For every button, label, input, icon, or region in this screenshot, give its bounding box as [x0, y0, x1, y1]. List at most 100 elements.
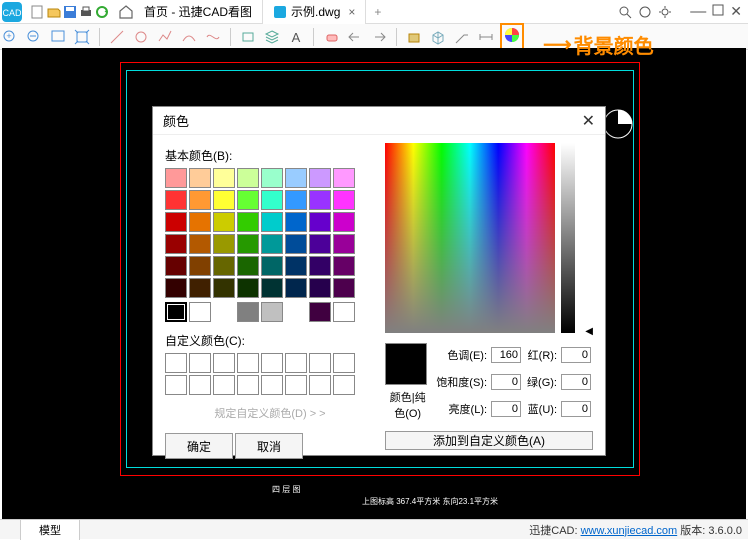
color-swatch[interactable]	[333, 278, 355, 298]
color-swatch[interactable]	[213, 234, 235, 254]
arc-tool-icon[interactable]	[179, 27, 199, 47]
custom-color-slot[interactable]	[285, 353, 307, 373]
custom-color-slot[interactable]	[285, 375, 307, 395]
color-swatch[interactable]	[189, 278, 211, 298]
color-swatch[interactable]	[189, 256, 211, 276]
lum-input[interactable]	[491, 401, 521, 417]
background-color-button[interactable]	[500, 23, 524, 50]
blue-input[interactable]	[561, 401, 591, 417]
save-icon[interactable]	[62, 4, 78, 20]
custom-color-slot[interactable]	[189, 353, 211, 373]
color-swatch[interactable]	[333, 190, 355, 210]
gear-icon[interactable]	[658, 5, 672, 19]
color-swatch[interactable]	[309, 278, 331, 298]
color-swatch[interactable]	[213, 212, 235, 232]
erase-icon[interactable]	[321, 27, 341, 47]
color-swatch[interactable]	[189, 302, 211, 322]
sat-input[interactable]	[491, 374, 521, 390]
color-swatch[interactable]	[309, 302, 331, 322]
line-tool-icon[interactable]	[107, 27, 127, 47]
define-custom-link[interactable]: 规定自定义颜色(D) > >	[165, 405, 375, 421]
color-swatch[interactable]	[189, 234, 211, 254]
color-swatch[interactable]	[261, 190, 283, 210]
green-input[interactable]	[561, 374, 591, 390]
custom-color-slot[interactable]	[165, 353, 187, 373]
color-swatch[interactable]	[333, 212, 355, 232]
color-swatch[interactable]	[237, 212, 259, 232]
color-swatch[interactable]	[189, 190, 211, 210]
color-swatch[interactable]	[261, 256, 283, 276]
color-swatch[interactable]	[165, 256, 187, 276]
color-swatch[interactable]	[165, 278, 187, 298]
zoom-window-icon[interactable]	[48, 27, 68, 47]
color-swatch[interactable]	[237, 256, 259, 276]
refresh-icon[interactable]	[94, 4, 110, 20]
dimension-icon[interactable]	[476, 27, 496, 47]
color-swatch[interactable]	[165, 212, 187, 232]
color-swatch[interactable]	[237, 302, 259, 322]
color-swatch[interactable]	[213, 256, 235, 276]
search-icon[interactable]	[618, 5, 632, 19]
custom-color-slot[interactable]	[261, 375, 283, 395]
minimize-button[interactable]: —	[690, 3, 706, 21]
ok-button[interactable]: 确定	[165, 433, 233, 459]
color-swatch[interactable]	[285, 168, 307, 188]
color-swatch[interactable]	[261, 168, 283, 188]
leader-icon[interactable]	[452, 27, 472, 47]
hue-input[interactable]	[491, 347, 521, 363]
custom-color-slot[interactable]	[165, 375, 187, 395]
custom-color-slot[interactable]	[309, 375, 331, 395]
color-swatch[interactable]	[189, 168, 211, 188]
color-swatch[interactable]	[165, 190, 187, 210]
status-url-link[interactable]: www.xunjiecad.com	[581, 525, 678, 537]
luminance-slider[interactable]	[561, 143, 575, 333]
model-tab[interactable]: 模型	[20, 519, 80, 540]
color-swatch[interactable]	[213, 190, 235, 210]
add-custom-color-button[interactable]: 添加到自定义颜色(A)	[385, 431, 593, 450]
export-icon[interactable]	[404, 27, 424, 47]
color-swatch[interactable]	[213, 168, 235, 188]
color-swatch[interactable]	[261, 302, 283, 322]
layers-icon[interactable]	[262, 27, 282, 47]
dialog-close-button[interactable]: ✕	[582, 111, 595, 131]
color-swatch[interactable]	[165, 302, 187, 322]
close-window-button[interactable]: ✕	[730, 3, 742, 20]
color-swatch[interactable]	[237, 168, 259, 188]
custom-color-slot[interactable]	[309, 353, 331, 373]
color-swatch[interactable]	[285, 190, 307, 210]
color-spectrum[interactable]	[385, 143, 555, 333]
color-swatch[interactable]	[333, 168, 355, 188]
color-swatch[interactable]	[237, 234, 259, 254]
tab-close-button[interactable]: ×	[348, 5, 355, 19]
color-swatch[interactable]	[333, 234, 355, 254]
color-swatch[interactable]	[309, 234, 331, 254]
zoom-icon[interactable]	[638, 5, 652, 19]
tab-home[interactable]: 首页 - 迅捷CAD看图	[134, 0, 263, 24]
color-swatch[interactable]	[309, 256, 331, 276]
color-swatch[interactable]	[237, 278, 259, 298]
custom-color-slot[interactable]	[237, 353, 259, 373]
color-swatch[interactable]	[237, 190, 259, 210]
color-swatch[interactable]	[285, 278, 307, 298]
custom-color-slot[interactable]	[189, 375, 211, 395]
custom-color-slot[interactable]	[213, 375, 235, 395]
text-tool-icon[interactable]: A	[286, 27, 306, 47]
custom-color-slot[interactable]	[213, 353, 235, 373]
new-icon[interactable]	[30, 4, 46, 20]
custom-color-slot[interactable]	[333, 375, 355, 395]
color-swatch[interactable]	[261, 278, 283, 298]
color-swatch[interactable]	[213, 278, 235, 298]
color-swatch[interactable]	[309, 168, 331, 188]
color-swatch[interactable]	[165, 234, 187, 254]
spline-tool-icon[interactable]	[203, 27, 223, 47]
print-icon[interactable]	[78, 4, 94, 20]
color-swatch[interactable]	[309, 212, 331, 232]
color-swatch[interactable]	[285, 256, 307, 276]
custom-color-slot[interactable]	[333, 353, 355, 373]
color-swatch[interactable]	[165, 168, 187, 188]
color-swatch[interactable]	[309, 190, 331, 210]
polyline-tool-icon[interactable]	[155, 27, 175, 47]
zoom-fit-icon[interactable]	[72, 27, 92, 47]
color-swatch[interactable]	[261, 234, 283, 254]
3d-icon[interactable]	[428, 27, 448, 47]
